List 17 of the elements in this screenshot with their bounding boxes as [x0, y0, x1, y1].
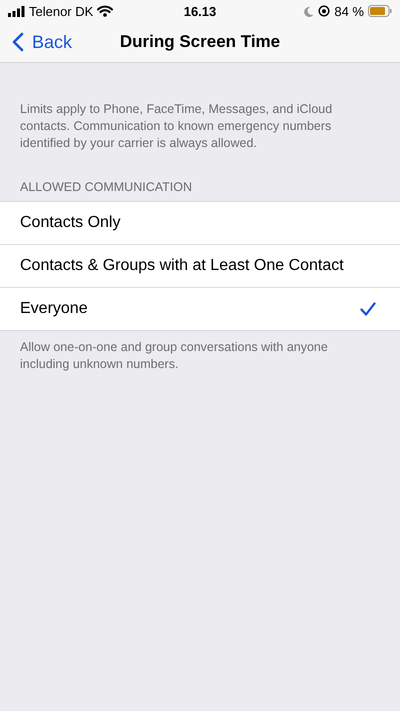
option-row[interactable]: Contacts Only [0, 202, 400, 244]
signal-icon [8, 6, 25, 16]
chevron-left-icon [12, 32, 24, 52]
wifi-icon [97, 5, 114, 17]
clock: 16.13 [182, 4, 218, 18]
option-row[interactable]: Contacts & Groups with at Least One Contact [0, 244, 400, 287]
back-button[interactable]: Back [0, 32, 72, 52]
carrier-name: Telenor DK [29, 4, 94, 18]
rotation-lock-icon [318, 5, 330, 17]
option-row[interactable]: Everyone [0, 287, 400, 330]
info-text: Limits apply to Phone, FaceTime, Messages, and iCloud contacts. Communication to known emergency numbers identified by your carrier is always allowed. [20, 101, 334, 152]
footer-text: Allow one-on-one and group conversations with anyone including unknown numbers. [20, 339, 329, 373]
moon-icon [304, 6, 314, 16]
page-title: During Screen Time [118, 32, 282, 52]
section-header: ALLOWED COMMUNICATION [20, 180, 193, 194]
battery-icon [368, 5, 392, 17]
battery-percentage: 84 % [334, 4, 364, 18]
